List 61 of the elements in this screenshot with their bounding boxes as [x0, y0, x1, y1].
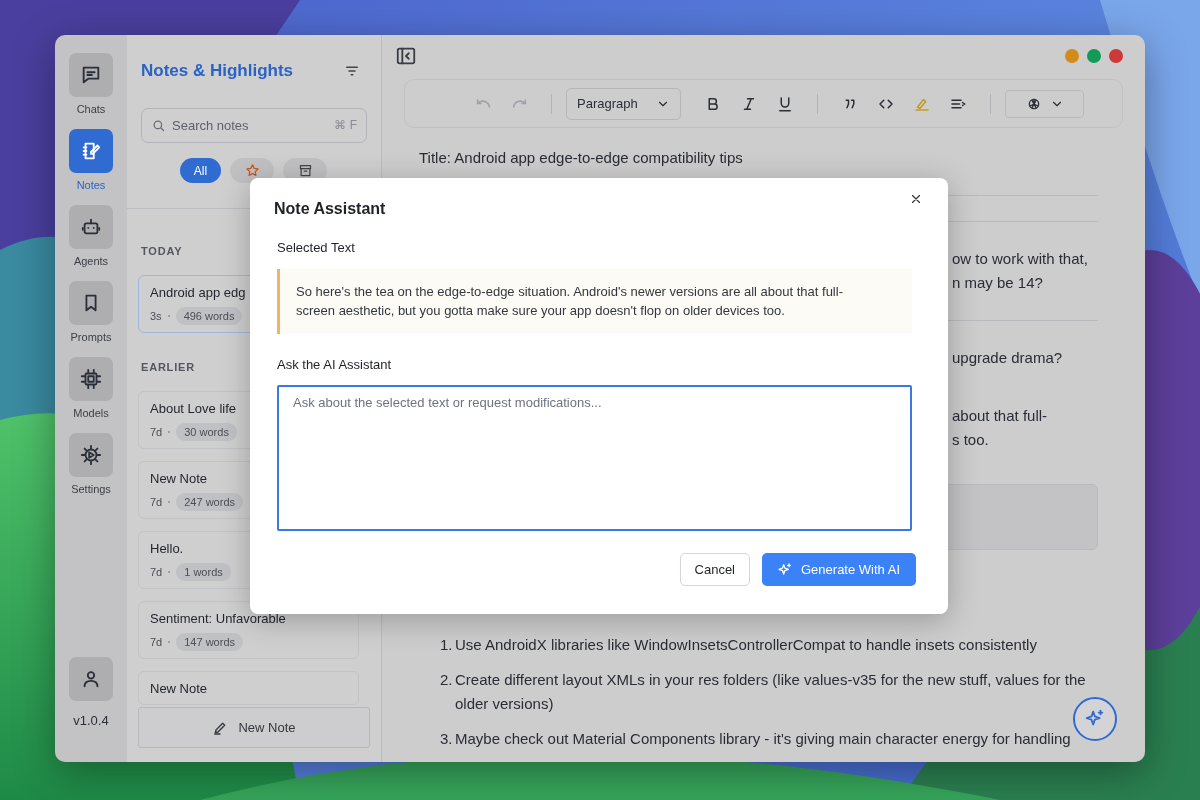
section-heading: EARLIER — [141, 361, 195, 373]
editor-text-line: n may be 14? — [952, 273, 1043, 293]
close-window-button[interactable] — [1109, 48, 1123, 63]
word-count: 30 words — [176, 423, 237, 441]
note-age: 7d — [150, 566, 163, 578]
dialog-title: Note Assistant — [274, 199, 387, 219]
editor-text-line: upgrade drama? — [952, 348, 1063, 368]
list-item: Create different layout XMLs in your res folders (like values-v35 for the new stuff, values for the older versions) — [455, 670, 1087, 714]
generate-button[interactable]: Generate With AI — [762, 553, 916, 586]
note-age: 7d — [150, 426, 163, 438]
note-age: 7d — [150, 636, 163, 648]
star-icon — [244, 163, 260, 178]
notebook-icon — [80, 140, 102, 162]
list-number: 2. — [440, 670, 454, 690]
note-title: Sentiment: Unfavorable — [150, 611, 286, 627]
list-number: 3. — [440, 729, 454, 749]
list-item: Use AndroidX libraries like WindowInsetsControllerCompat to handle insets consistently — [455, 635, 1038, 655]
note-age: 3s — [150, 310, 162, 322]
sparkle-icon — [777, 561, 793, 578]
note-title: New Note — [150, 681, 208, 697]
note-age: 7d — [150, 496, 163, 508]
editor-text-line: about that full- — [952, 406, 1048, 426]
profile-button[interactable] — [69, 657, 113, 701]
section-heading: TODAY — [141, 245, 183, 257]
note-title: New Note — [150, 471, 208, 487]
section-label: Selected Text — [277, 239, 356, 257]
filter-tab[interactable]: All — [180, 158, 221, 183]
note-title: Hello. — [150, 541, 184, 557]
selected-text-quote: So here's the tea on the edge-to-edge situation. Android's newer versions are all about that full-screen aesthetic, but you gotta make sure your app doesn't flop on older devices too. — [277, 269, 912, 334]
list-number: 1. — [440, 635, 454, 655]
cancel-button[interactable]: Cancel — [679, 553, 750, 586]
model-dropdown[interactable] — [1005, 89, 1084, 118]
word-count: 147 words — [176, 633, 243, 651]
archive-icon — [297, 163, 313, 178]
note-title: Android app edg — [150, 285, 246, 301]
section-label: Ask the AI Assistant — [277, 356, 393, 374]
editor-paragraph: Title: Android app edge-to-edge compatibility tips — [419, 148, 744, 168]
block-style-dropdown[interactable]: Paragraph — [566, 87, 681, 120]
editor-text-line: s too. — [952, 430, 989, 450]
search-icon — [151, 118, 166, 133]
chat-icon — [80, 64, 102, 86]
word-count: 1 words — [176, 563, 231, 581]
word-count: 247 words — [176, 493, 243, 511]
close-button[interactable] — [909, 192, 923, 206]
new-note-button[interactable]: New Note — [138, 707, 370, 748]
close-icon — [909, 192, 923, 206]
note-card[interactable]: New Note — [138, 671, 359, 705]
shortcut-hint: ⌘ F — [334, 118, 357, 132]
note-title: About Love life — [150, 401, 236, 417]
prompt-input-field[interactable]: Ask about the selected text or request modifications... — [277, 385, 912, 531]
editor-text-line: ow to work with that, — [952, 249, 1088, 269]
redo-icon — [511, 98, 527, 110]
list-item: Maybe check out Material Components library - it's giving main character energy for handling — [455, 729, 1072, 749]
word-count: 496 words — [175, 307, 243, 325]
undo-icon — [475, 98, 491, 110]
version-label: v1.0.4 — [73, 713, 109, 728]
gear-icon — [80, 444, 102, 466]
ai-assistant-button[interactable] — [1073, 697, 1117, 741]
underline-icon — [776, 94, 794, 113]
panel-title: Notes & Highlights — [141, 61, 294, 81]
chip-icon — [80, 368, 102, 390]
